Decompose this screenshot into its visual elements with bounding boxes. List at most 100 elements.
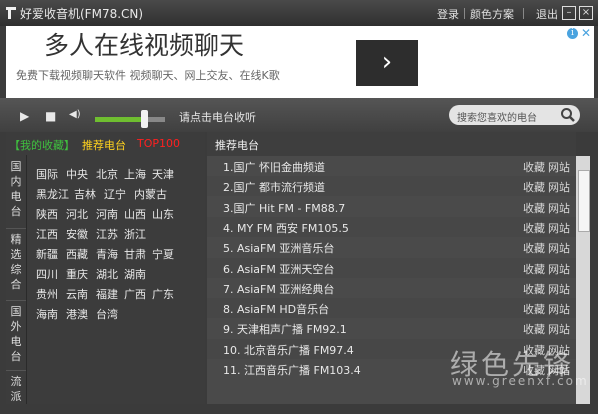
favorite-link[interactable]: 收藏 xyxy=(523,240,545,256)
favorite-link[interactable]: 收藏 xyxy=(523,159,545,175)
region-link[interactable]: 青海 xyxy=(96,246,118,262)
ad-subline: 免费下载视频聊天软件 视频聊天、网上交友、在线K歌 xyxy=(16,69,280,82)
station-name[interactable]: 3.国广 Hit FM - FM88.7 xyxy=(223,200,345,216)
station-name[interactable]: 9. 天津相声广播 FM92.1 xyxy=(223,321,347,337)
login-link[interactable]: 登录 xyxy=(437,6,459,22)
region-link[interactable]: 湖南 xyxy=(124,266,146,282)
website-link[interactable]: 网站 xyxy=(548,301,570,317)
region-link[interactable]: 西藏 xyxy=(66,246,88,262)
region-link[interactable]: 黑龙江 xyxy=(36,186,69,202)
region-link[interactable]: 辽宁 xyxy=(104,186,126,202)
region-link[interactable]: 山西 xyxy=(124,206,146,222)
ad-info-icon[interactable]: i xyxy=(567,28,578,39)
region-link[interactable]: 陕西 xyxy=(36,206,58,222)
color-scheme-link[interactable]: 颜色方案 xyxy=(470,6,514,22)
close-button[interactable]: × xyxy=(579,6,593,20)
website-link[interactable]: 网站 xyxy=(548,220,570,236)
region-link[interactable]: 广西 xyxy=(124,286,146,302)
side-tab[interactable]: 国外电台 xyxy=(6,304,26,372)
region-link[interactable]: 海南 xyxy=(36,306,58,322)
station-name[interactable]: 10. 北京音乐广播 FM97.4 xyxy=(223,342,354,358)
favorite-link[interactable]: 收藏 xyxy=(523,281,545,297)
region-link[interactable]: 江西 xyxy=(36,226,58,242)
region-link[interactable]: 天津 xyxy=(152,166,174,182)
exit-link[interactable]: 退出 xyxy=(536,6,558,22)
website-link[interactable]: 网站 xyxy=(548,321,570,337)
region-link[interactable]: 浙江 xyxy=(124,226,146,242)
website-link[interactable]: 网站 xyxy=(548,261,570,277)
region-link[interactable]: 湖北 xyxy=(96,266,118,282)
region-link[interactable]: 河北 xyxy=(66,206,88,222)
play-icon[interactable]: ▶ xyxy=(20,109,29,123)
favorite-link[interactable]: 收藏 xyxy=(523,179,545,195)
station-name[interactable]: 1.国广 怀旧金曲频道 xyxy=(223,159,325,175)
region-link[interactable]: 重庆 xyxy=(66,266,88,282)
region-link[interactable]: 贵州 xyxy=(36,286,58,302)
side-tab[interactable]: 流派 xyxy=(6,374,26,414)
region-link[interactable]: 北京 xyxy=(96,166,118,182)
tab-recommended[interactable]: 推荐电台 xyxy=(82,137,126,153)
station-row[interactable]: 7. AsiaFM 亚洲经典台 收藏 网站 xyxy=(207,277,576,298)
station-name[interactable]: 7. AsiaFM 亚洲经典台 xyxy=(223,281,334,297)
side-tab[interactable]: 精选综合 xyxy=(6,232,26,300)
favorite-link[interactable]: 收藏 xyxy=(523,321,545,337)
volume-icon[interactable]: ◀) xyxy=(69,109,81,120)
station-name[interactable]: 6. AsiaFM 亚洲天空台 xyxy=(223,261,334,277)
website-link[interactable]: 网站 xyxy=(548,240,570,256)
side-tab-divider xyxy=(26,155,27,404)
station-name[interactable]: 2.国广 都市流行频道 xyxy=(223,179,325,195)
station-row[interactable]: 4. MY FM 西安 FM105.5 收藏 网站 xyxy=(207,216,576,237)
region-link[interactable]: 吉林 xyxy=(74,186,96,202)
station-name[interactable]: 8. AsiaFM HD音乐台 xyxy=(223,301,329,317)
side-tab[interactable]: 国内电台 xyxy=(6,159,26,229)
station-row[interactable]: 9. 天津相声广播 FM92.1 收藏 网站 xyxy=(207,318,576,339)
region-link[interactable]: 甘肃 xyxy=(124,246,146,262)
region-link[interactable]: 广东 xyxy=(152,286,174,302)
website-link[interactable]: 网站 xyxy=(548,179,570,195)
ad-arrow-button[interactable]: › xyxy=(356,40,418,86)
region-link[interactable]: 山东 xyxy=(152,206,174,222)
region-link[interactable]: 宁夏 xyxy=(152,246,174,262)
scrollbar-thumb[interactable] xyxy=(578,170,590,232)
radio-logo-icon xyxy=(6,7,16,19)
station-name[interactable]: 11. 江西音乐广播 FM103.4 xyxy=(223,362,361,378)
region-link[interactable]: 安徽 xyxy=(66,226,88,242)
region-link[interactable]: 内蒙古 xyxy=(134,186,167,202)
region-link[interactable]: 上海 xyxy=(124,166,146,182)
station-name[interactable]: 4. MY FM 西安 FM105.5 xyxy=(223,220,349,236)
region-link[interactable]: 河南 xyxy=(96,206,118,222)
region-link[interactable]: 国际 xyxy=(36,166,58,182)
station-row[interactable]: 2.国广 都市流行频道 收藏 网站 xyxy=(207,176,576,197)
region-link[interactable]: 云南 xyxy=(66,286,88,302)
stop-icon[interactable]: ■ xyxy=(45,109,56,123)
region-link[interactable]: 江苏 xyxy=(96,226,118,242)
station-row[interactable]: 5. AsiaFM 亚洲音乐台 收藏 网站 xyxy=(207,237,576,258)
station-row[interactable]: 1.国广 怀旧金曲频道 收藏 网站 xyxy=(207,156,576,176)
station-row[interactable]: 3.国广 Hit FM - FM88.7 收藏 网站 xyxy=(207,196,576,217)
region-link[interactable]: 台湾 xyxy=(96,306,118,322)
ad-banner[interactable]: 多人在线视频聊天 免费下载视频聊天软件 视频聊天、网上交友、在线K歌 › i ✕ xyxy=(6,26,594,98)
station-row[interactable]: 6. AsiaFM 亚洲天空台 收藏 网站 xyxy=(207,257,576,278)
station-name[interactable]: 5. AsiaFM 亚洲音乐台 xyxy=(223,240,334,256)
region-link[interactable]: 新疆 xyxy=(36,246,58,262)
region-link[interactable]: 福建 xyxy=(96,286,118,302)
favorite-link[interactable]: 收藏 xyxy=(523,301,545,317)
divider xyxy=(523,8,524,19)
website-link[interactable]: 网站 xyxy=(548,200,570,216)
favorite-link[interactable]: 收藏 xyxy=(523,261,545,277)
favorite-link[interactable]: 收藏 xyxy=(523,200,545,216)
side-tab-separator xyxy=(6,370,26,371)
favorite-link[interactable]: 收藏 xyxy=(523,220,545,236)
ad-close-icon[interactable]: ✕ xyxy=(581,26,591,40)
region-link[interactable]: 港澳 xyxy=(66,306,88,322)
website-link[interactable]: 网站 xyxy=(548,159,570,175)
tab-top100[interactable]: TOP100 xyxy=(137,137,180,150)
station-row[interactable]: 8. AsiaFM HD音乐台 收藏 网站 xyxy=(207,298,576,319)
website-link[interactable]: 网站 xyxy=(548,281,570,297)
tab-my-favorites[interactable]: 【我的收藏】 xyxy=(9,137,75,153)
region-link[interactable]: 四川 xyxy=(36,266,58,282)
search-icon[interactable] xyxy=(560,107,576,123)
region-link[interactable]: 中央 xyxy=(66,166,88,182)
minimize-button[interactable]: – xyxy=(562,6,576,20)
volume-slider-handle[interactable] xyxy=(141,110,148,128)
